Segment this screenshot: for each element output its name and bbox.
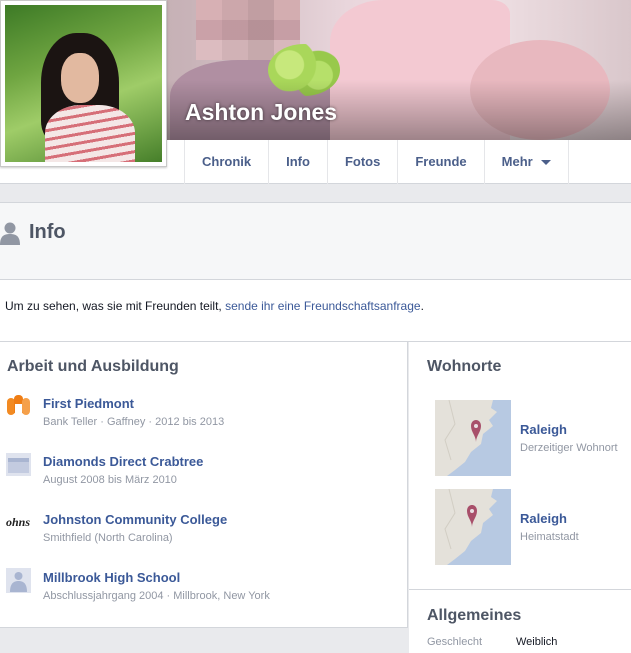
tab-label: Info (286, 154, 310, 169)
profile-name[interactable]: Ashton Jones (185, 99, 337, 126)
tab-fotos[interactable]: Fotos (328, 140, 399, 184)
place-item: Raleigh Heimatstadt (435, 489, 625, 565)
tabs: Chronik Info Fotos Freunde Mehr (184, 140, 569, 184)
education-item: ohns Johnston Community College Smithfie… (6, 510, 396, 554)
tab-label: Mehr (501, 154, 533, 169)
map-thumbnail[interactable] (435, 489, 511, 565)
education-name[interactable]: Millbrook High School (43, 570, 180, 585)
gender-label: Geschlecht (427, 636, 483, 648)
work-detail: Bank Teller · Gaffney · 2012 bis 2013 (43, 416, 225, 428)
place-name[interactable]: Raleigh (520, 422, 567, 437)
tab-label: Chronik (202, 154, 252, 169)
person-icon (0, 222, 20, 245)
section-title: Arbeit und Ausbildung (7, 358, 179, 375)
notice-prefix: Um zu sehen, was sie mit Freunden teilt, (5, 299, 226, 313)
tab-label: Freunde (415, 154, 467, 169)
school-icon[interactable] (6, 568, 31, 593)
work-name[interactable]: Diamonds Direct Crabtree (43, 454, 203, 469)
section-title: Allgemeines (427, 607, 522, 624)
work-item: Diamonds Direct Crabtree August 2008 bis… (6, 452, 396, 496)
avatar-face (61, 53, 99, 103)
friend-request-notice: Um zu sehen, was sie mit Freunden teilt,… (0, 280, 631, 342)
profile-picture[interactable] (0, 0, 167, 167)
chevron-down-icon (540, 159, 551, 165)
avatar-body (45, 105, 135, 162)
tab-freunde[interactable]: Freunde (398, 140, 485, 184)
map-thumbnail[interactable] (435, 400, 511, 476)
work-detail: August 2008 bis März 2010 (43, 474, 177, 486)
page-title: Info (29, 221, 66, 243)
education-detail: Abschlussjahrgang 2004 · Millbrook, New … (43, 590, 270, 602)
place-detail: Derzeitiger Wohnort (520, 442, 618, 454)
place-item: Raleigh Derzeitiger Wohnort (435, 400, 625, 476)
tab-mehr[interactable]: Mehr (485, 140, 569, 184)
work-item: First Piedmont Bank Teller · Gaffney · 2… (6, 394, 396, 438)
tab-label: Fotos (344, 154, 381, 169)
notice-suffix: . (420, 299, 424, 313)
friend-request-link[interactable]: sende ihr eine Freundschaftsanfrage (225, 299, 420, 313)
gender-value: Weiblich (516, 636, 558, 648)
first-piedmont-logo[interactable] (6, 394, 31, 419)
tab-info[interactable]: Info (269, 140, 328, 184)
college-logo[interactable]: ohns (6, 510, 31, 535)
notice-text: Um zu sehen, was sie mit Freunden teilt,… (5, 299, 424, 313)
places-section: Wohnorte Raleigh Derzeitiger Wohnort Ral… (409, 342, 631, 590)
place-detail: Heimatstadt (520, 531, 579, 543)
college-logo-text: ohns (6, 515, 31, 529)
tab-chronik[interactable]: Chronik (185, 140, 270, 184)
education-detail: Smithfield (North Carolina) (43, 532, 173, 544)
work-education-section: Arbeit und Ausbildung First Piedmont Ban… (0, 342, 408, 628)
briefcase-icon[interactable] (6, 452, 31, 477)
education-item: Millbrook High School Abschlussjahrgang … (6, 568, 396, 612)
place-name[interactable]: Raleigh (520, 511, 567, 526)
work-name[interactable]: First Piedmont (43, 396, 134, 411)
section-title: Wohnorte (427, 358, 502, 375)
education-name[interactable]: Johnston Community College (43, 512, 227, 527)
info-header: Info (0, 202, 631, 280)
avatar-image (5, 5, 162, 162)
general-section: Allgemeines Geschlecht Weiblich (409, 590, 631, 653)
